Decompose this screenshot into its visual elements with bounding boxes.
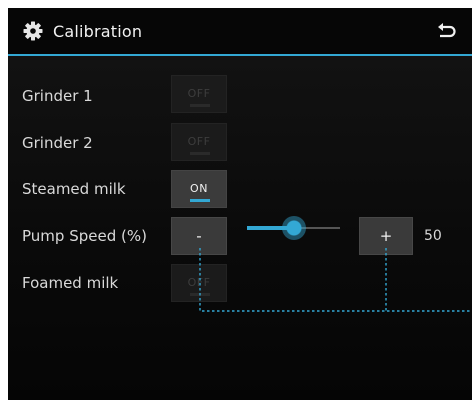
grinder-1-label: Grinder 1 [22,87,93,105]
action-bar: Calibration [8,8,472,54]
grinder-2-toggle-indicator [190,152,210,155]
pump-speed-value: 50 [424,228,442,244]
foamed-milk-label: Foamed milk [22,274,119,292]
foamed-milk-toggle-indicator [190,293,210,296]
steamed-milk-toggle-indicator [190,199,210,202]
page-title: Calibration [53,22,143,41]
grinder-2-label: Grinder 2 [22,134,93,152]
calibration-screen: Calibration Grinder 1 OFF Grinder 2 OFF … [8,8,472,400]
grinder-2-toggle-text: OFF [187,135,211,148]
grinder-1-toggle-text: OFF [187,87,211,100]
callout-connector-lines [199,248,472,312]
grinder-1-toggle[interactable]: OFF [171,75,227,113]
pump-speed-decrease-button[interactable]: - [171,217,227,255]
pump-speed-label: Pump Speed (%) [22,227,147,245]
action-bar-divider [8,54,472,56]
foamed-milk-toggle-text: OFF [187,276,211,289]
foamed-milk-toggle[interactable]: OFF [171,264,227,302]
pump-speed-increase-button[interactable]: + [359,217,413,255]
pump-speed-slider-thumb[interactable] [281,216,306,240]
steamed-milk-label: Steamed milk [22,180,126,198]
steamed-milk-toggle[interactable]: ON [171,170,227,208]
grinder-2-toggle[interactable]: OFF [171,123,227,161]
gear-icon [23,21,43,41]
steamed-milk-toggle-text: ON [190,182,208,195]
grinder-1-toggle-indicator [190,104,210,107]
back-arrow-icon[interactable] [437,22,457,40]
